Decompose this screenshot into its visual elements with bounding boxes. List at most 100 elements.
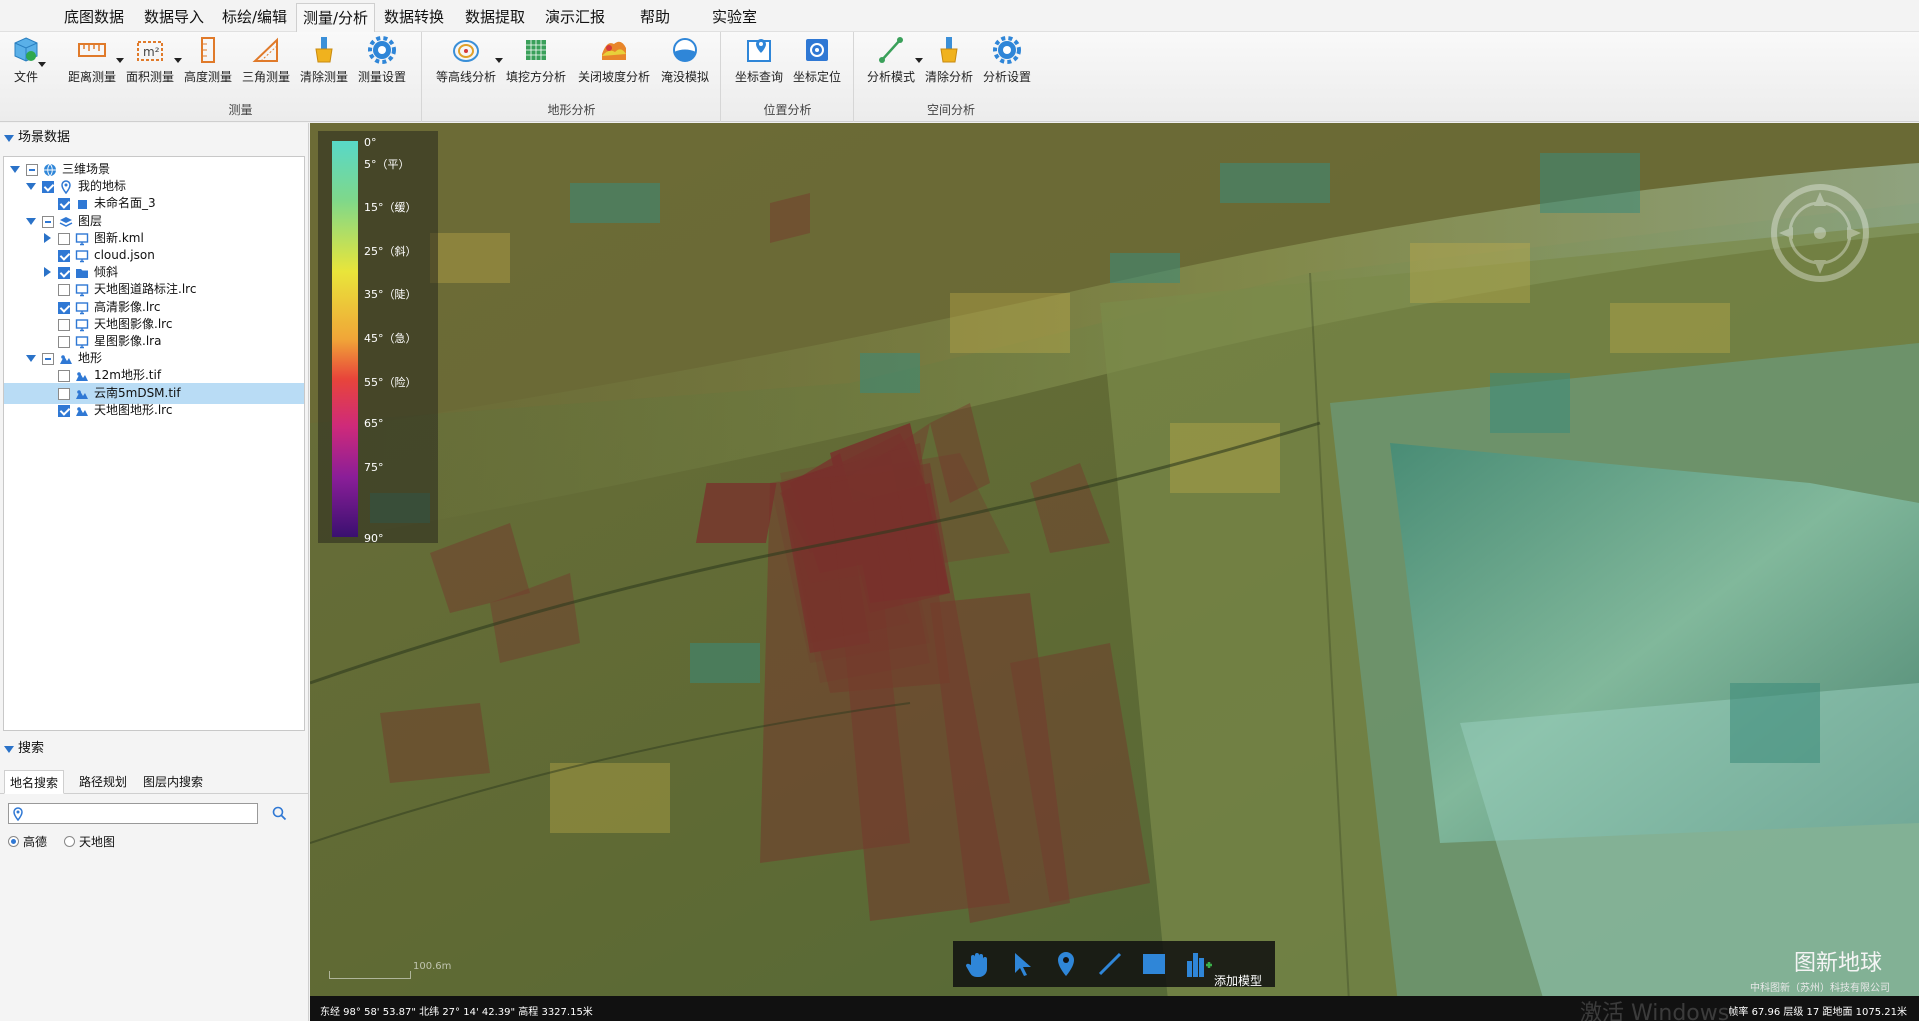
contour-analysis-button[interactable]: 等高线分析 [435,34,503,90]
ribbon-group-terrain: 等高线分析 填挖方分析 关闭坡度分析 淹没模拟 地形分析 [423,32,721,122]
terrain-icon [75,369,89,383]
measure-settings-button[interactable]: 测量设置 [356,34,408,90]
expand-right-icon[interactable] [44,267,51,278]
tree-item-checkbox[interactable] [58,232,70,245]
distance-measure-button[interactable]: 距离测量 [66,34,124,90]
radio-gaode[interactable]: 高德 [8,833,47,850]
menu-data-convert[interactable]: 数据转换 [384,6,444,27]
tree-item[interactable]: 天地图地形.lrc [4,400,304,421]
height-measure-button[interactable]: 高度测量 [182,34,234,90]
tree-item-checkbox[interactable] [58,198,70,211]
tree-item-checkbox[interactable] [26,164,38,176]
add-model-label: 添加模型 [1214,974,1263,988]
slope-map-icon [602,41,626,60]
radio-dot [64,836,75,847]
placemark-icon [59,180,73,195]
analysis-mode-button[interactable]: 分析模式 [865,34,923,90]
expand-down-icon[interactable] [26,183,36,191]
expand-down-icon[interactable] [10,166,20,173]
close-slope-analysis-button[interactable]: 关闭坡度分析 [576,34,652,90]
tab-route-planning[interactable]: 路径规划 [74,770,132,794]
water-drop-icon [673,38,697,62]
scene-data-header[interactable]: 场景数据 [0,127,309,149]
tree-item-checkbox[interactable] [58,336,70,348]
tree-item-checkbox[interactable] [58,267,70,280]
triangle-measure-button[interactable]: 三角测量 [240,34,292,90]
company-name: 中科图新（苏州）科技有限公司 [1750,983,1890,994]
cut-fill-analysis-button[interactable]: 填挖方分析 [505,34,567,90]
add-model-building-icon[interactable] [1181,947,1215,981]
legend-label: 35°（陡） [364,288,417,302]
tree-item-checkbox[interactable] [58,387,70,400]
layer-tree[interactable]: 三维场景 我的地标 未命名面_3 图层 图新.kml cloud.json 倾斜 天地图道路标… [3,156,305,731]
search-header[interactable]: 搜索 [0,738,309,760]
scene-data-title: 场景数据 [18,130,71,145]
clear-analysis-button[interactable]: 清除分析 [923,34,975,90]
tree-item-checkbox[interactable] [58,370,70,383]
layers-icon [59,215,73,229]
area-m2-icon: m² [137,41,163,61]
legend-label: 65° [364,417,384,431]
tree-item-checkbox[interactable] [42,181,54,194]
legend-label: 0° [364,136,377,149]
collapse-triangle-icon [4,135,14,142]
navigation-compass-icon[interactable] [1765,178,1875,288]
coordinate-query-button[interactable]: 坐标查询 [732,34,786,90]
ribbon-group-label: 空间分析 [926,103,975,117]
chevron-down-icon [38,62,46,67]
monitor-icon [75,301,89,315]
expand-down-icon[interactable] [26,355,36,363]
ruler-icon [78,43,106,57]
menu-help[interactable]: 帮助 [640,6,670,27]
gear-icon [993,36,1021,64]
search-icon[interactable] [272,806,287,821]
menu-plot-edit[interactable]: 标绘/编辑 [222,6,287,27]
select-arrow-icon[interactable] [1005,947,1039,981]
expand-down-icon[interactable] [26,217,36,225]
tree-item-checkbox[interactable] [58,250,70,262]
tab-place-search[interactable]: 地名搜索 [4,770,65,794]
draw-rectangle-icon[interactable] [1137,947,1171,981]
radio-tianditu[interactable]: 天地图 [64,833,115,850]
search-input[interactable] [27,805,255,822]
broom-icon [940,37,958,63]
target-icon [806,39,828,61]
coordinate-locate-button[interactable]: 坐标定位 [790,34,844,90]
tree-item-label: 天地图地形.lrc [94,402,173,417]
tree-item-checkbox[interactable] [58,404,70,417]
map-viewport[interactable]: 0° 5°（平） 15°（缓） 25°（斜） 35°（陡） 45°（急） 55°（险） 65°… [310,123,1919,1021]
tree-item-checkbox[interactable] [42,353,54,366]
menu-lab[interactable]: 实验室 [712,6,757,27]
triangle-icon [252,37,278,62]
tree-item-checkbox[interactable] [42,215,54,228]
menu-basemap-data[interactable]: 底图数据 [64,6,124,27]
menu-data-extract[interactable]: 数据提取 [465,6,525,27]
menu-presentation[interactable]: 演示汇报 [545,6,605,27]
scale-bar [329,971,411,979]
tree-item-checkbox[interactable] [58,301,70,314]
analysis-settings-button[interactable]: 分析设置 [981,34,1033,90]
chevron-down-icon [915,58,923,63]
map-pin-icon [747,39,771,62]
ribbon-group-label: 地形分析 [547,103,596,117]
menu-data-import[interactable]: 数据导入 [144,6,204,27]
tree-item-checkbox[interactable] [58,318,70,331]
globe-icon [43,163,57,177]
clear-measure-button[interactable]: 清除测量 [298,34,350,90]
terrain-icon [75,404,89,418]
expand-right-icon[interactable] [44,232,51,243]
pan-hand-icon[interactable] [961,947,995,981]
monitor-icon [75,283,89,297]
chevron-down-icon [495,58,503,63]
file-button[interactable]: 文件 [6,34,46,90]
legend-label: 45°（急） [364,332,417,346]
flood-simulation-button[interactable]: 淹没模拟 [657,34,713,90]
draw-line-icon[interactable] [1093,947,1127,981]
tab-layer-search[interactable]: 图层内搜索 [138,770,208,794]
ribbon-group-location: 坐标查询 坐标定位 位置分析 [722,32,854,122]
area-measure-button[interactable]: m² 面积测量 [124,34,182,90]
radio-dot [8,836,19,847]
placemark-icon[interactable] [1049,947,1083,981]
ribbon-group-measure: 距离测量 m² 面积测量 高度测量 三角测量 清除测量 测量设置 测量 [60,32,422,122]
tree-item-checkbox[interactable] [58,284,70,297]
